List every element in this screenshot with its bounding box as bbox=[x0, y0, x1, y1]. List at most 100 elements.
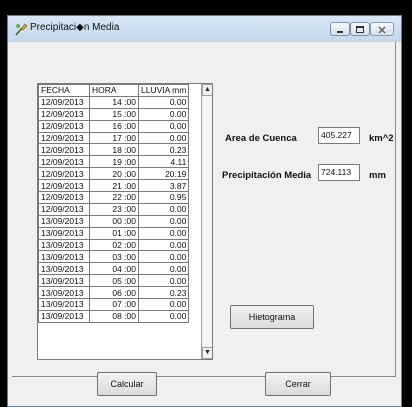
client-area: FECHA HORA LLUVIA mm 12/09/2013 14 :00 0.0… bbox=[12, 42, 397, 403]
cerrar-button[interactable]: Cerrar bbox=[265, 372, 331, 396]
cell-fecha: 12/09/2013 bbox=[38, 202, 90, 216]
cell-hora: 07 :00 bbox=[89, 298, 139, 311]
cell-hora: 17 :00 bbox=[89, 131, 139, 145]
cell-lluvia: 0.23 bbox=[137, 143, 190, 157]
cell-lluvia: 0.00 bbox=[137, 262, 190, 276]
content-panel: FECHA HORA LLUVIA mm 12/09/2013 14 :00 0.0… bbox=[12, 42, 396, 377]
cell-fecha: 13/09/2013 bbox=[38, 226, 90, 240]
cell-fecha: 12/09/2013 bbox=[38, 155, 90, 169]
cell-fecha: 12/09/2013 bbox=[38, 131, 90, 145]
cell-fecha: 13/09/2013 bbox=[38, 214, 90, 228]
cell-lluvia: 4.11 bbox=[137, 155, 190, 169]
arrow-up-icon: ▲ bbox=[204, 86, 211, 93]
minimize-icon bbox=[337, 31, 343, 33]
cell-hora: 21 :00 bbox=[89, 179, 139, 193]
cell-hora: 20 :00 bbox=[89, 167, 139, 181]
cell-hora: 19 :00 bbox=[89, 155, 139, 169]
cell-hora: 15 :00 bbox=[89, 107, 139, 121]
cell-fecha: 13/09/2013 bbox=[38, 309, 90, 323]
scroll-down-button[interactable]: ▼ bbox=[202, 347, 212, 359]
precip-field[interactable]: 724.113 bbox=[318, 164, 360, 181]
table-row[interactable]: 13/09/2013 07 :00 0.00 bbox=[38, 298, 190, 311]
close-icon bbox=[378, 26, 386, 34]
table-row[interactable]: 13/09/2013 05 :00 0.00 bbox=[38, 274, 190, 288]
cell-lluvia: 0.00 bbox=[137, 95, 190, 109]
cell-fecha: 13/09/2013 bbox=[38, 238, 90, 252]
table-row[interactable]: 12/09/2013 23 :00 0.00 bbox=[38, 202, 190, 216]
cell-lluvia: 0.00 bbox=[137, 214, 190, 228]
precip-unit: mm bbox=[369, 170, 386, 181]
cell-hora: 02 :00 bbox=[89, 238, 139, 252]
data-grid[interactable]: FECHA HORA LLUVIA mm 12/09/2013 14 :00 0.0… bbox=[37, 83, 213, 360]
column-header-hora[interactable]: HORA bbox=[89, 84, 139, 97]
cell-hora: 22 :00 bbox=[89, 191, 139, 204]
cell-hora: 08 :00 bbox=[89, 309, 139, 323]
cell-lluvia: 0.00 bbox=[137, 250, 190, 264]
table-row[interactable]: 13/09/2013 03 :00 0.00 bbox=[38, 250, 190, 264]
cell-fecha: 13/09/2013 bbox=[38, 298, 90, 311]
rainfall-table: FECHA HORA LLUVIA mm 12/09/2013 14 :00 0.0… bbox=[38, 84, 190, 323]
table-row[interactable]: 13/09/2013 01 :00 0.00 bbox=[38, 226, 190, 240]
scroll-up-button[interactable]: ▲ bbox=[202, 84, 212, 96]
table-row[interactable]: 13/09/2013 04 :00 0.00 bbox=[38, 262, 190, 276]
cell-fecha: 13/09/2013 bbox=[38, 250, 90, 264]
cell-lluvia: 0.00 bbox=[137, 226, 190, 240]
app-window: Precipitaci◆n Media FECHA HORA LLUVIA mm… bbox=[7, 15, 402, 407]
cell-lluvia: 0.00 bbox=[137, 309, 190, 323]
cell-hora: 06 :00 bbox=[89, 286, 139, 300]
table-row[interactable]: 12/09/2013 18 :00 0.23 bbox=[38, 143, 190, 157]
table-row[interactable]: 12/09/2013 20 :00 20.19 bbox=[38, 167, 190, 181]
cell-fecha: 12/09/2013 bbox=[38, 95, 90, 109]
table-row[interactable]: 12/09/2013 15 :00 0.00 bbox=[38, 107, 190, 121]
table-row[interactable]: 12/09/2013 19 :00 4.11 bbox=[38, 155, 190, 169]
cell-lluvia: 0.00 bbox=[137, 274, 190, 288]
cell-hora: 01 :00 bbox=[89, 226, 139, 240]
cuenca-field[interactable]: 405.227 bbox=[318, 127, 360, 144]
table-row[interactable]: 12/09/2013 22 :00 0.95 bbox=[38, 191, 190, 204]
grid-scrollbar[interactable]: ▲ ▼ bbox=[201, 84, 212, 359]
cell-lluvia: 0.23 bbox=[137, 286, 190, 300]
precip-label: Precipitación Media bbox=[222, 170, 312, 181]
cell-fecha: 12/09/2013 bbox=[38, 119, 90, 133]
cell-lluvia: 0.00 bbox=[137, 298, 190, 311]
cell-hora: 04 :00 bbox=[89, 262, 139, 276]
table-row[interactable]: 12/09/2013 14 :00 0.00 bbox=[38, 95, 190, 109]
cell-hora: 14 :00 bbox=[89, 95, 139, 109]
cell-hora: 00 :00 bbox=[89, 214, 139, 228]
cell-hora: 03 :00 bbox=[89, 250, 139, 264]
cell-hora: 05 :00 bbox=[89, 274, 139, 288]
maximize-button[interactable] bbox=[350, 22, 370, 36]
window-title: Precipitaci◆n Media bbox=[30, 22, 120, 33]
minimize-button[interactable] bbox=[330, 22, 350, 36]
cell-fecha: 12/09/2013 bbox=[38, 167, 90, 181]
maximize-icon bbox=[356, 26, 364, 33]
cell-hora: 23 :00 bbox=[89, 202, 139, 216]
cell-lluvia: 0.00 bbox=[137, 238, 190, 252]
table-row[interactable]: 13/09/2013 00 :00 0.00 bbox=[38, 214, 190, 228]
table-row[interactable]: 12/09/2013 21 :00 3.87 bbox=[38, 179, 190, 193]
title-bar[interactable]: Precipitaci◆n Media bbox=[8, 16, 401, 42]
table-row[interactable]: 13/09/2013 08 :00 0.00 bbox=[38, 309, 190, 323]
table-header-row: FECHA HORA LLUVIA mm bbox=[38, 84, 190, 97]
table-row[interactable]: 12/09/2013 16 :00 0.00 bbox=[38, 119, 190, 133]
column-header-fecha[interactable]: FECHA bbox=[38, 84, 90, 97]
close-button[interactable] bbox=[370, 22, 394, 36]
cell-hora: 16 :00 bbox=[89, 119, 139, 133]
cell-lluvia: 20.19 bbox=[137, 167, 190, 181]
column-header-lluvia[interactable]: LLUVIA mm bbox=[137, 84, 190, 97]
calcular-button[interactable]: Calcular bbox=[97, 372, 157, 396]
arrow-down-icon: ▼ bbox=[204, 349, 211, 356]
cell-lluvia: 3.87 bbox=[137, 179, 190, 193]
app-icon bbox=[15, 23, 28, 36]
cell-fecha: 12/09/2013 bbox=[38, 191, 90, 204]
table-row[interactable]: 13/09/2013 06 :00 0.23 bbox=[38, 286, 190, 300]
cell-fecha: 13/09/2013 bbox=[38, 274, 90, 288]
histograma-button[interactable]: Hietograma bbox=[230, 305, 314, 329]
cell-fecha: 13/09/2013 bbox=[38, 286, 90, 300]
cell-lluvia: 0.00 bbox=[137, 131, 190, 145]
cell-fecha: 12/09/2013 bbox=[38, 179, 90, 193]
cell-hora: 18 :00 bbox=[89, 143, 139, 157]
cell-lluvia: 0.00 bbox=[137, 119, 190, 133]
table-row[interactable]: 13/09/2013 02 :00 0.00 bbox=[38, 238, 190, 252]
table-row[interactable]: 12/09/2013 17 :00 0.00 bbox=[38, 131, 190, 145]
